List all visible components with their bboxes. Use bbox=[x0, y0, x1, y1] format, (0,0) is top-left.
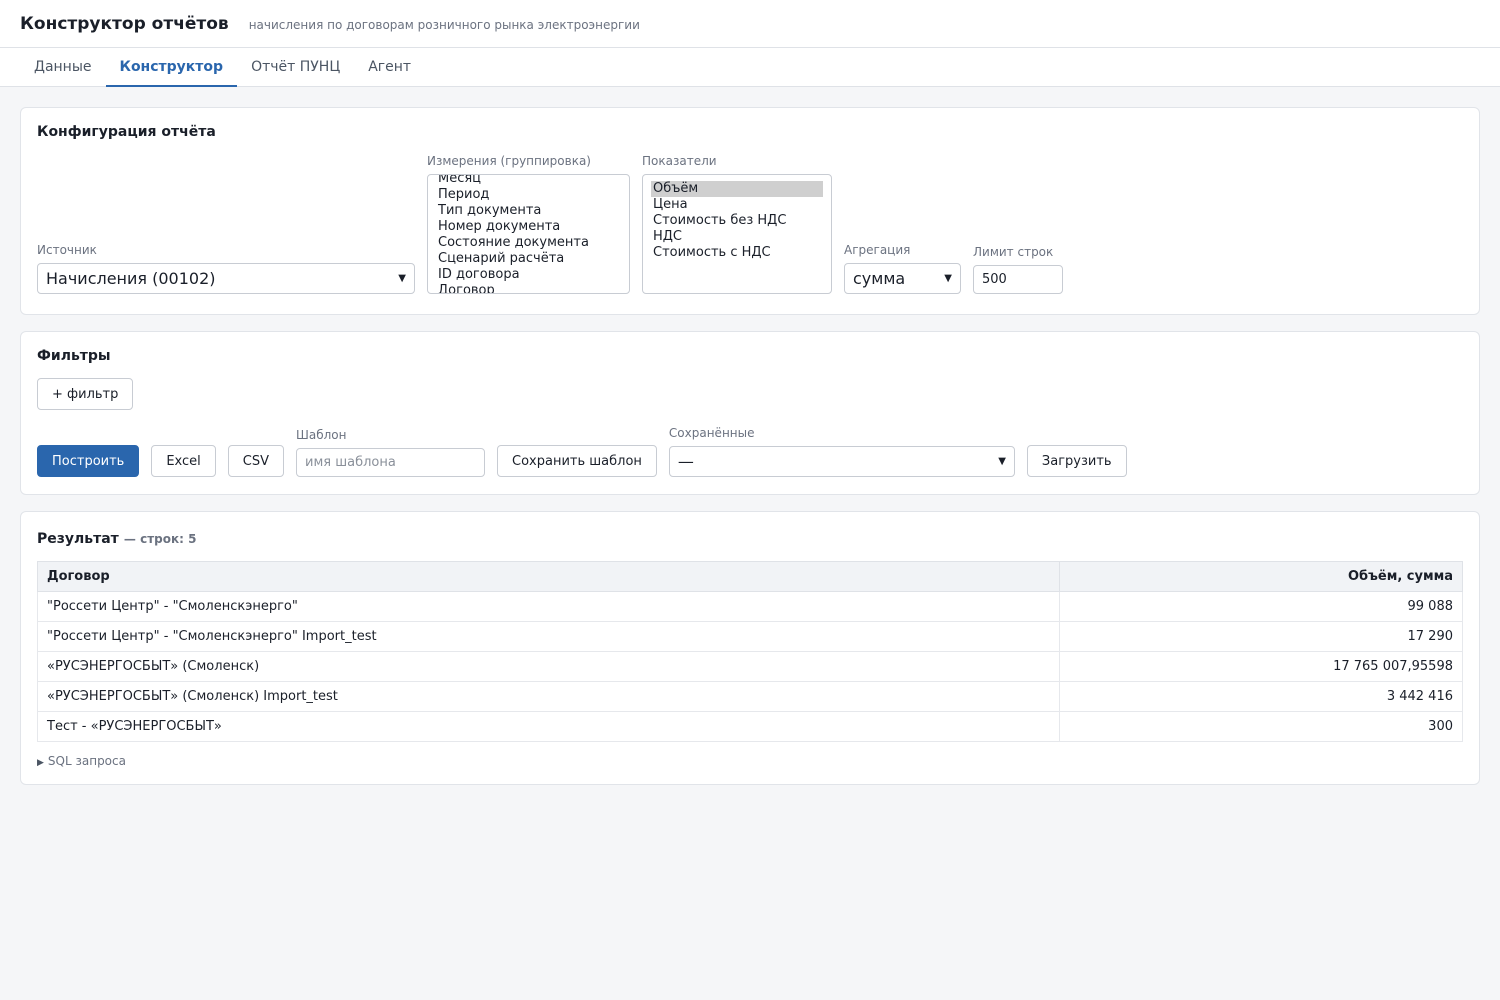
sql-query-toggle[interactable]: ▶ SQL запроса bbox=[37, 754, 1463, 768]
saved-templates-select[interactable]: — ▼ bbox=[668, 446, 1015, 477]
table-row: Тест - «РУСЭНЕРГОСБЫТ» 300 bbox=[37, 711, 1463, 742]
result-header: Результат — строк: 5 bbox=[37, 528, 1463, 547]
saved-value: — bbox=[677, 452, 694, 471]
limit-input[interactable]: 500 bbox=[973, 265, 1063, 294]
add-filter-button[interactable]: + фильтр bbox=[37, 378, 134, 410]
load-button[interactable]: Загрузить bbox=[1026, 445, 1127, 477]
cell-contract: "Россети Центр" - "Смоленскэнерго" bbox=[37, 591, 1060, 622]
build-button[interactable]: Построить bbox=[37, 445, 140, 477]
dimension-option[interactable]: Тип документа bbox=[436, 203, 621, 219]
table-header-row: Договор Объём, сумма bbox=[37, 561, 1463, 592]
aggregation-select[interactable]: сумма ▼ bbox=[844, 263, 961, 294]
source-value: Начисления (00102) bbox=[46, 269, 216, 288]
column-header-volume-sum[interactable]: Объём, сумма bbox=[1059, 561, 1463, 592]
dimension-option[interactable]: Состояние документа bbox=[436, 235, 621, 251]
save-template-button[interactable]: Сохранить шаблон bbox=[497, 445, 657, 477]
cell-contract: «РУСЭНЕРГОСБЫТ» (Смоленск) bbox=[37, 651, 1060, 682]
config-title: Конфигурация отчёта bbox=[37, 124, 216, 140]
dimension-option[interactable]: ID договора bbox=[436, 267, 621, 283]
metric-option[interactable]: НДС bbox=[651, 229, 823, 245]
config-card: Конфигурация отчёта Источник Начисления … bbox=[20, 107, 1480, 315]
cell-contract: "Россети Центр" - "Смоленскэнерго" Impor… bbox=[37, 621, 1060, 652]
source-label: Источник bbox=[37, 243, 97, 257]
limit-label: Лимит строк bbox=[973, 245, 1054, 259]
metrics-field: Показатели Объём Цена Стоимость без НДС … bbox=[642, 154, 832, 294]
result-row-count: — строк: 5 bbox=[123, 532, 197, 546]
tab-data[interactable]: Данные bbox=[20, 48, 106, 87]
dimension-option[interactable]: Месяц bbox=[436, 175, 621, 187]
source-select[interactable]: Начисления (00102) ▼ bbox=[37, 263, 415, 294]
table-row: "Россети Центр" - "Смоленскэнерго" 99 08… bbox=[37, 591, 1463, 622]
table-row: «РУСЭНЕРГОСБЫТ» (Смоленск) 17 765 007,95… bbox=[37, 651, 1463, 682]
top-bar: Конструктор отчётов начисления по догово… bbox=[0, 0, 1500, 48]
metric-option[interactable]: Цена bbox=[651, 197, 823, 213]
result-card: Результат — строк: 5 Договор Объём, сумм… bbox=[20, 511, 1480, 785]
filters-card: Фильтры + фильтр Построить Excel CSV Шаб… bbox=[20, 331, 1480, 495]
dimension-option[interactable]: Сценарий расчёта bbox=[436, 251, 621, 267]
app-title: Конструктор отчётов bbox=[20, 13, 229, 34]
saved-field: Сохранённые — ▼ bbox=[668, 426, 1015, 477]
metric-option[interactable]: Стоимость с НДС bbox=[651, 245, 823, 261]
aggregation-field: Агрегация сумма ▼ bbox=[844, 243, 961, 294]
dimensions-label: Измерения (группировка) bbox=[427, 154, 591, 168]
tab-agent[interactable]: Агент bbox=[354, 48, 425, 87]
table-row: "Россети Центр" - "Смоленскэнерго" Impor… bbox=[37, 621, 1463, 652]
dimensions-listbox[interactable]: Месяц Период Тип документа Номер докумен… bbox=[427, 174, 630, 294]
template-label: Шаблон bbox=[296, 428, 347, 442]
table-row: «РУСЭНЕРГОСБЫТ» (Смоленск) Import_test 3… bbox=[37, 681, 1463, 712]
csv-button[interactable]: CSV bbox=[227, 445, 285, 477]
column-header-contract[interactable]: Договор bbox=[37, 561, 1060, 592]
template-field: Шаблон имя шаблона bbox=[296, 428, 486, 477]
source-field: Источник Начисления (00102) ▼ bbox=[37, 243, 415, 294]
main-content: Конфигурация отчёта Источник Начисления … bbox=[0, 87, 1500, 785]
metrics-label: Показатели bbox=[642, 154, 717, 168]
dimension-option[interactable]: Договор bbox=[436, 283, 621, 293]
chevron-down-icon: ▼ bbox=[944, 273, 952, 284]
app-subtitle: начисления по договорам розничного рынка… bbox=[248, 18, 640, 32]
cell-volume: 17 765 007,95598 bbox=[1059, 651, 1463, 682]
aggregation-value: сумма bbox=[853, 269, 906, 288]
metrics-listbox[interactable]: Объём Цена Стоимость без НДС НДС Стоимос… bbox=[642, 174, 832, 294]
dimensions-options: Месяц Период Тип документа Номер докумен… bbox=[436, 175, 621, 293]
metric-option[interactable]: Объём bbox=[651, 181, 823, 197]
cell-volume: 17 290 bbox=[1059, 621, 1463, 652]
template-name-input[interactable]: имя шаблона bbox=[296, 448, 486, 477]
cell-contract: Тест - «РУСЭНЕРГОСБЫТ» bbox=[37, 711, 1060, 742]
saved-label: Сохранённые bbox=[668, 426, 755, 440]
dimension-option[interactable]: Номер документа bbox=[436, 219, 621, 235]
result-table: Договор Объём, сумма "Россети Центр" - "… bbox=[37, 561, 1463, 742]
aggregation-label: Агрегация bbox=[844, 243, 911, 257]
excel-button[interactable]: Excel bbox=[151, 445, 216, 477]
dimensions-field: Измерения (группировка) Месяц Период Тип… bbox=[427, 154, 630, 294]
actions-row: Построить Excel CSV Шаблон имя шаблона С… bbox=[37, 426, 1463, 477]
sql-toggle-label: SQL запроса bbox=[47, 754, 126, 768]
filters-title: Фильтры bbox=[37, 348, 111, 364]
tab-bar: Данные Конструктор Отчёт ПУНЦ Агент bbox=[0, 48, 1500, 87]
dimension-option[interactable]: Период bbox=[436, 187, 621, 203]
limit-field: Лимит строк 500 bbox=[973, 245, 1063, 294]
cell-volume: 99 088 bbox=[1059, 591, 1463, 622]
triangle-right-icon: ▶ bbox=[37, 758, 44, 768]
chevron-down-icon: ▼ bbox=[998, 456, 1006, 467]
result-title: Результат bbox=[37, 531, 119, 547]
cell-volume: 300 bbox=[1059, 711, 1463, 742]
tab-constructor[interactable]: Конструктор bbox=[105, 48, 238, 87]
cell-volume: 3 442 416 bbox=[1059, 681, 1463, 712]
config-row: Источник Начисления (00102) ▼ Измерения … bbox=[37, 154, 1463, 294]
cell-contract: «РУСЭНЕРГОСБЫТ» (Смоленск) Import_test bbox=[37, 681, 1060, 712]
metric-option[interactable]: Стоимость без НДС bbox=[651, 213, 823, 229]
add-filter-row: + фильтр bbox=[37, 378, 1463, 410]
tab-punc-report[interactable]: Отчёт ПУНЦ bbox=[237, 48, 354, 87]
chevron-down-icon: ▼ bbox=[398, 273, 406, 284]
